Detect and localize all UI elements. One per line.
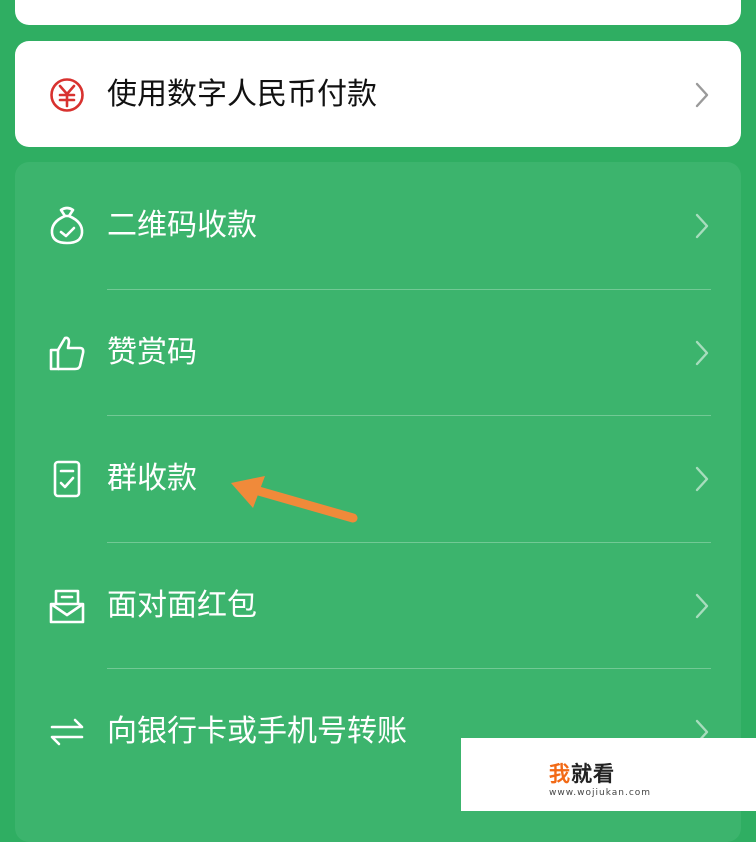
- menu-item-label: 二维码收款: [107, 208, 257, 243]
- digital-rmb-pay-label: 使用数字人民币付款: [107, 77, 377, 112]
- digital-rmb-pay-row[interactable]: 使用数字人民币付款: [15, 41, 741, 147]
- chevron-right-icon: [695, 593, 709, 619]
- menu-item-face-to-face-packet[interactable]: 面对面红包: [15, 542, 741, 668]
- top-card-partial: [15, 0, 741, 25]
- watermark: 我就看 www.wojiukan.com: [461, 738, 756, 811]
- menu-item-group-collect[interactable]: 群收款: [15, 415, 741, 541]
- menu-item-label: 向银行卡或手机号转账: [107, 714, 407, 749]
- menu-item-label: 赞赏码: [107, 335, 197, 370]
- menu-item-reward-code[interactable]: 赞赏码: [15, 289, 741, 415]
- red-packet-icon: [47, 586, 87, 626]
- menu-item-label: 面对面红包: [107, 588, 257, 623]
- watermark-logo: 我就看: [549, 762, 615, 786]
- chevron-right-icon: [695, 466, 709, 492]
- watermark-url: www.wojiukan.com: [549, 788, 652, 798]
- yuan-coin-icon: [49, 77, 85, 113]
- receipt-icon: [47, 459, 87, 499]
- chevron-right-icon: [695, 340, 709, 366]
- thumbs-up-icon: [47, 333, 87, 373]
- transfer-arrows-icon: [47, 712, 87, 752]
- money-bag-icon: [47, 206, 87, 246]
- chevron-right-icon: [695, 213, 709, 239]
- chevron-right-icon: [695, 82, 709, 108]
- menu-item-label: 群收款: [107, 461, 197, 496]
- menu-item-qr-collect[interactable]: 二维码收款: [15, 162, 741, 288]
- annotation-arrow-icon: [231, 476, 358, 523]
